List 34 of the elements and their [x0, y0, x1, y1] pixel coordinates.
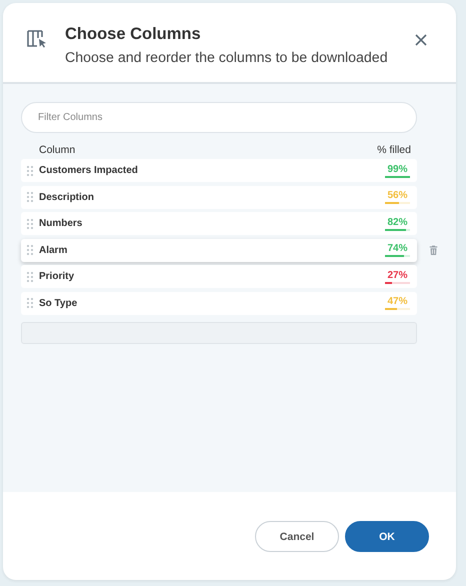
column-row[interactable]: Alarm 74% [21, 238, 417, 262]
column-header: Column [39, 144, 76, 156]
dialog-title: Choose Columns [65, 25, 202, 44]
percent-filled: 56% [387, 190, 408, 201]
column-name: Alarm [39, 244, 68, 256]
drag-handle-icon[interactable] [27, 245, 33, 255]
column-name: So Type [39, 298, 78, 308]
column-header: % filled [377, 144, 411, 156]
drag-handle-icon[interactable] [27, 218, 33, 228]
drag-handle-icon[interactable] [27, 192, 33, 202]
column-row[interactable]: Customers Impacted 99% [21, 159, 417, 182]
percent-filled: 47% [387, 296, 408, 307]
drag-handle-icon[interactable] [27, 272, 33, 282]
percent-filled: 99% [387, 164, 408, 174]
ok-button[interactable]: OK [345, 521, 429, 552]
columns-icon [27, 29, 47, 49]
close-icon[interactable] [414, 33, 428, 47]
column-name: Description [39, 192, 96, 202]
column-name: Numbers [39, 218, 84, 229]
filter-field[interactable]: Filter Columns [21, 102, 417, 133]
column-row[interactable]: Description 56% [21, 186, 417, 208]
column-name: Priority [39, 271, 76, 282]
drag-handle-icon[interactable] [27, 298, 33, 308]
cancel-button[interactable]: Cancel [255, 521, 339, 552]
percent-filled: 74% [387, 243, 408, 254]
percent-filled: 82% [387, 216, 408, 228]
trash-icon[interactable] [429, 244, 438, 256]
percent-filled: 27% [387, 270, 408, 280]
column-row[interactable]: So Type 47% [21, 292, 417, 314]
dialog-subtitle: Choose and reorder the columns to be downloaded [65, 50, 389, 66]
column-name: Customers Impacted [39, 165, 139, 176]
drag-handle-icon[interactable] [27, 166, 33, 176]
column-row[interactable]: Priority 27% [21, 265, 417, 288]
column-row[interactable]: Numbers 82% [21, 212, 417, 235]
